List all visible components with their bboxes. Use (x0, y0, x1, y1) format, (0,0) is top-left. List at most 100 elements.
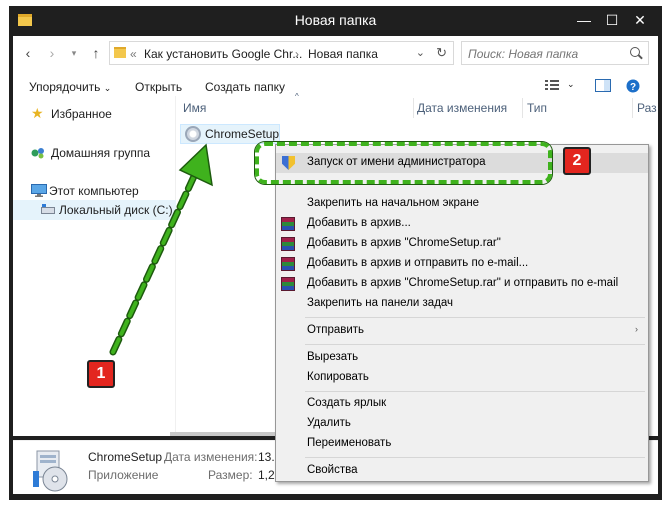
details-file-type: Приложение (88, 468, 159, 482)
sort-arrow-icon: ^ (295, 92, 299, 101)
details-date-label: Дата изменения: (164, 450, 258, 464)
title-bar: Новая папка — ☐ ✕ (9, 6, 662, 36)
view-options-icon[interactable] (545, 79, 559, 94)
refresh-icon[interactable]: ↻ (436, 45, 447, 61)
menu-item-label: Добавить в архив... (307, 217, 411, 229)
menu-item-label: Переименовать (307, 437, 392, 449)
sidebar-item-homegroup[interactable]: Домашняя группа (13, 143, 176, 163)
menu-item-add-rar[interactable]: Добавить в архив "ChromeSetup.rar" (276, 234, 648, 254)
svg-text:?: ? (630, 82, 636, 93)
open-button[interactable]: Открыть (135, 80, 182, 94)
folder-icon (114, 47, 126, 58)
step-badge-2: 2 (563, 147, 591, 175)
menu-separator (305, 317, 645, 318)
preview-pane-icon[interactable] (595, 79, 611, 95)
breadcrumb-item[interactable]: Как установить Google Chr... (144, 47, 302, 61)
winrar-icon (281, 217, 295, 231)
menu-item-label: Отправить (307, 324, 365, 336)
chevron-down-icon[interactable]: ⌄ (567, 79, 575, 90)
winrar-icon (281, 237, 295, 251)
sidebar-item-label: Избранное (51, 107, 112, 121)
chevron-down-icon: ⌄ (103, 83, 112, 93)
search-icon[interactable] (630, 47, 640, 57)
address-row: ‹ › ▾ ↑ « Как установить Google Chr... ›… (13, 36, 658, 70)
address-bar[interactable]: « Как установить Google Chr... › Новая п… (109, 41, 454, 65)
column-header-date[interactable]: Дата изменения (417, 101, 507, 115)
organize-menu[interactable]: Упорядочить ⌄ (29, 80, 111, 94)
computer-icon (31, 184, 47, 200)
sidebar-item-label: Домашняя группа (51, 146, 151, 160)
chevron-down-icon[interactable]: ⌄ (416, 46, 425, 59)
column-divider[interactable] (413, 98, 414, 118)
homegroup-icon (31, 147, 45, 162)
menu-item-pin-start[interactable]: Закрепить на начальном экране (276, 194, 648, 214)
horizontal-scrollbar[interactable] (170, 432, 275, 436)
history-dropdown-icon[interactable]: ▾ (65, 45, 83, 61)
column-header-type[interactable]: Тип (527, 101, 547, 115)
menu-separator (305, 391, 645, 392)
file-name: ChromeSetup (205, 127, 280, 141)
menu-item-label: Свойства (307, 464, 358, 476)
menu-item-send-to[interactable]: Отправить › (276, 321, 648, 341)
menu-separator (305, 457, 645, 458)
menu-item-rename[interactable]: Переименовать (276, 434, 648, 454)
back-arrow-icon[interactable]: ‹ (19, 45, 37, 61)
details-size-label: Размер: (208, 468, 253, 482)
highlight-ring (255, 142, 552, 184)
installer-icon (185, 126, 201, 142)
star-icon: ★ (31, 105, 44, 121)
minimize-button[interactable]: — (571, 10, 597, 30)
menu-separator (305, 344, 645, 345)
menu-item-label: Копировать (307, 371, 369, 383)
column-headers: Имя ^ Дата изменения Тип Раз (179, 92, 658, 120)
winrar-icon (281, 277, 295, 291)
file-row[interactable]: ChromeSetup (180, 124, 280, 144)
menu-item-label: Добавить в архив "ChromeSetup.rar" и отп… (307, 277, 619, 289)
breadcrumb-separator-icon: › (295, 47, 299, 61)
sidebar-item-favorites[interactable]: ★ Избранное (13, 104, 176, 124)
installer-icon (31, 449, 71, 493)
menu-item-cut[interactable]: Вырезать (276, 348, 648, 368)
menu-item-delete[interactable]: Удалить (276, 414, 648, 434)
menu-item-add-rar-email[interactable]: Добавить в архив "ChromeSetup.rar" и отп… (276, 274, 648, 294)
help-icon[interactable]: ? (626, 79, 640, 96)
context-menu: Запуск от имени администратора Закрепить… (275, 144, 649, 482)
menu-item-label: Добавить в архив "ChromeSetup.rar" (307, 237, 501, 249)
close-button[interactable]: ✕ (627, 10, 653, 30)
step-badge-1: 1 (87, 360, 115, 388)
menu-item-label: Закрепить на панели задач (307, 297, 454, 309)
sidebar-item-label: Локальный диск (C:) (59, 203, 173, 217)
window-title: Новая папка (294, 12, 377, 28)
up-arrow-icon[interactable]: ↑ (87, 45, 105, 61)
menu-item-add-email[interactable]: Добавить в архив и отправить по e-mail..… (276, 254, 648, 274)
menu-item-label: Вырезать (307, 351, 359, 363)
forward-arrow-icon[interactable]: › (43, 45, 61, 61)
search-box[interactable] (461, 41, 649, 65)
menu-item-create-shortcut[interactable]: Создать ярлык (276, 394, 648, 414)
menu-item-pin-taskbar[interactable]: Закрепить на панели задач (276, 294, 648, 314)
details-file-name: ChromeSetup (88, 450, 163, 464)
breadcrumb-item[interactable]: Новая папка (308, 47, 378, 61)
menu-item-properties[interactable]: Свойства (276, 461, 648, 481)
breadcrumb-overflow[interactable]: « (130, 47, 137, 61)
drive-icon (41, 204, 55, 218)
winrar-icon (281, 257, 295, 271)
chevron-right-icon: › (635, 324, 638, 334)
menu-item-label: Удалить (307, 417, 351, 429)
menu-item-copy[interactable]: Копировать (276, 368, 648, 388)
menu-item-label: Закрепить на начальном экране (307, 197, 480, 209)
menu-item-label: Добавить в архив и отправить по e-mail..… (307, 257, 529, 269)
column-header-size[interactable]: Раз (637, 101, 657, 115)
column-divider[interactable] (632, 98, 633, 118)
sidebar-item-local-disk[interactable]: Локальный диск (C:) (13, 200, 176, 220)
sidebar-item-label: Этот компьютер (49, 184, 139, 198)
sidebar-item-this-pc[interactable]: Этот компьютер (13, 181, 176, 201)
new-folder-button[interactable]: Создать папку (205, 80, 285, 94)
menu-item-add-archive[interactable]: Добавить в архив... (276, 214, 648, 234)
menu-item-label: Создать ярлык (307, 397, 387, 409)
maximize-button[interactable]: ☐ (599, 10, 625, 30)
column-header-name[interactable]: Имя (183, 101, 206, 115)
organize-label: Упорядочить (29, 80, 101, 94)
search-input[interactable] (468, 46, 618, 61)
column-divider[interactable] (522, 98, 523, 118)
